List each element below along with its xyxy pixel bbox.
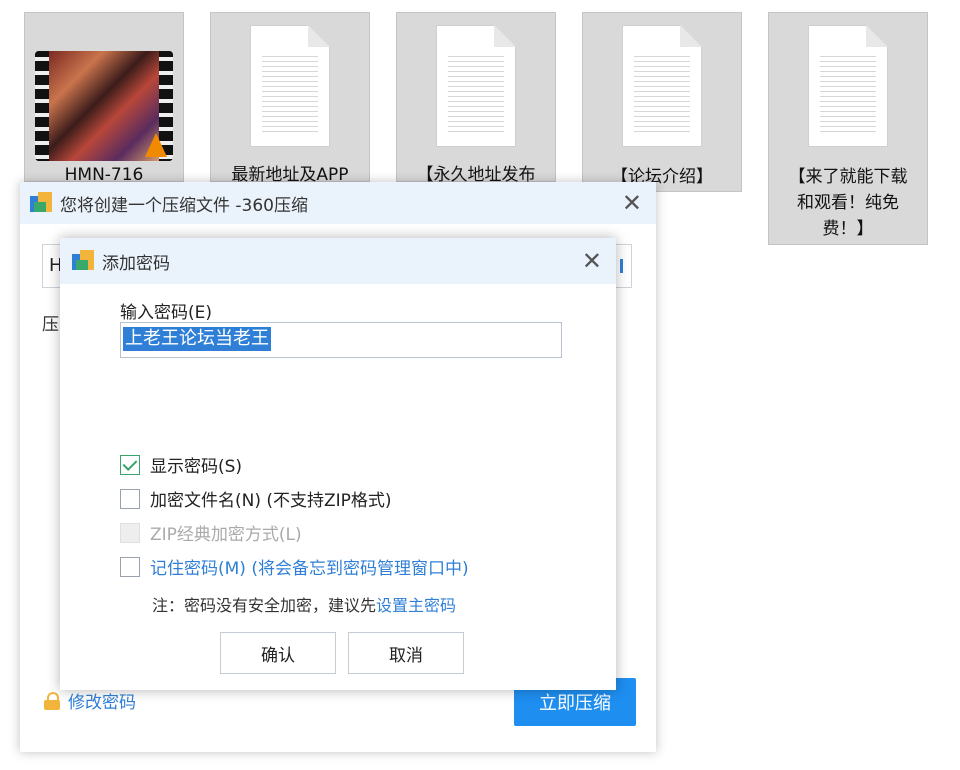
password-field-label: 输入密码(E) [120, 303, 213, 323]
document-icon [808, 25, 888, 147]
file-tile-doc-2[interactable]: 【永久地址发布 [396, 12, 556, 185]
vlc-cone-icon [145, 133, 167, 157]
password-value: 上老王论坛当老王 [123, 327, 271, 351]
lock-icon [44, 691, 60, 710]
file-name-line-3: 费！】 [822, 219, 874, 239]
note-text: 注：密码没有安全加密，建议先 [152, 596, 377, 615]
close-icon[interactable]: ✕ [582, 249, 602, 273]
file-tile-doc-1[interactable]: 最新地址及APP [210, 12, 370, 185]
archive-app-icon [30, 192, 52, 214]
modify-password-label: 修改密码 [68, 693, 136, 713]
compression-label: 压 [42, 315, 59, 335]
security-note: 注：密码没有安全加密，建议先设置主密码 [152, 592, 456, 616]
zip-classic-label: ZIP经典加密方式(L) [150, 525, 302, 545]
dialog-titlebar: 您将创建一个压缩文件 -360压缩 [20, 182, 656, 224]
file-tile-video[interactable]: HMN-716 [24, 12, 184, 185]
document-icon [436, 25, 516, 147]
encrypt-filenames-checkbox[interactable] [120, 488, 140, 509]
file-tile-doc-4[interactable]: 【来了就能下载 和观看！纯免 费！】 [768, 12, 928, 245]
show-password-checkbox[interactable] [120, 454, 140, 475]
dialog-titlebar: 添加密码 [60, 238, 616, 284]
folder-icon[interactable] [620, 259, 623, 273]
remember-password-label: 记住密码(M) (将会备忘到密码管理窗口中) [150, 559, 469, 579]
password-input[interactable]: 上老王论坛当老王 [120, 322, 562, 358]
cancel-button[interactable]: 取消 [348, 632, 464, 674]
dialog-title: 添加密码 [102, 253, 170, 274]
remember-password-checkbox[interactable] [120, 556, 140, 577]
remember-password-option[interactable]: 记住密码(M) (将会备忘到密码管理窗口中) [120, 554, 469, 579]
add-password-dialog: 添加密码 ✕ 输入密码(E) 上老王论坛当老王 显示密码(S) 加密文件名(N)… [60, 238, 616, 690]
encrypt-filenames-option[interactable]: 加密文件名(N) (不支持ZIP格式) [120, 486, 392, 511]
confirm-button[interactable]: 确认 [220, 632, 336, 674]
document-icon [250, 25, 330, 147]
zip-classic-checkbox [120, 522, 140, 543]
close-icon[interactable]: ✕ [622, 191, 642, 215]
modify-password-link[interactable]: 修改密码 [44, 688, 136, 713]
dialog-title: 您将创建一个压缩文件 -360压缩 [60, 195, 308, 216]
encrypt-filenames-label: 加密文件名(N) (不支持ZIP格式) [150, 491, 392, 511]
file-name-line-2: 和观看！纯免 [797, 193, 899, 213]
set-master-password-link[interactable]: 设置主密码 [376, 596, 456, 615]
show-password-option[interactable]: 显示密码(S) [120, 452, 242, 477]
file-name-line-1: 【来了就能下载 [788, 167, 908, 187]
archive-app-icon [72, 250, 94, 272]
file-tile-doc-3[interactable]: 【论坛介绍】 [582, 12, 742, 192]
zip-classic-option: ZIP经典加密方式(L) [120, 520, 302, 545]
document-icon [622, 25, 702, 147]
video-thumbnail [35, 51, 173, 161]
show-password-label: 显示密码(S) [150, 457, 243, 477]
